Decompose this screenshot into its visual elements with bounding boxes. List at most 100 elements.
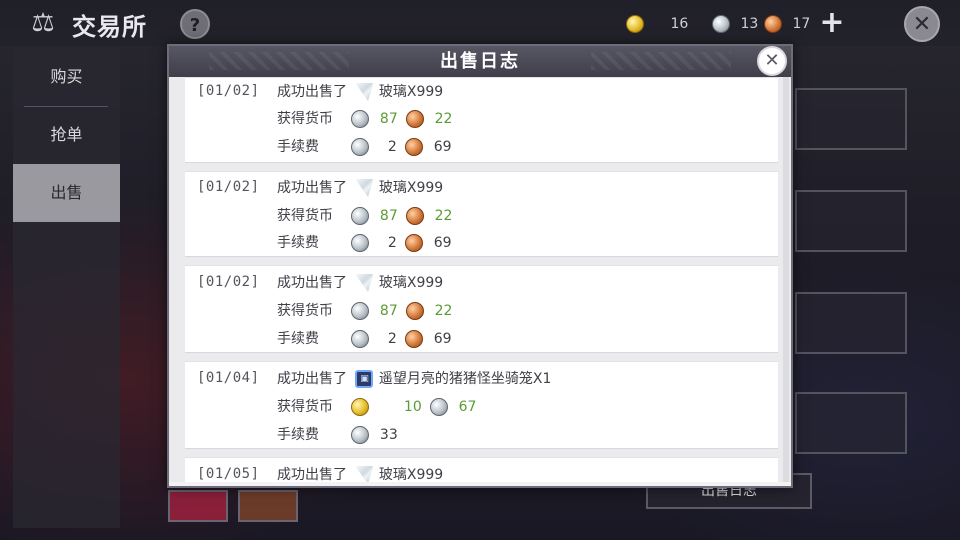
fee-copper: 69: [433, 331, 452, 347]
entry-earned-line: 获得货币 87 22: [277, 205, 456, 227]
fee-label: 手续费: [277, 235, 319, 251]
silver-coin-icon: [351, 234, 370, 252]
copper-coin-icon: [405, 138, 424, 156]
fee-silver: 33: [379, 427, 398, 443]
help-button[interactable]: ?: [180, 9, 210, 39]
silver-coin-icon: [430, 398, 449, 416]
entry-fee-line: 手续费 2 69: [277, 232, 456, 254]
gold-currency: 16: [626, 14, 688, 34]
entry-item: 玻璃X999: [378, 180, 444, 196]
fee-label: 手续费: [277, 427, 319, 443]
log-entry: [01/02] 成功出售了 玻璃X999 获得货币 87 22 手续费 2 69: [185, 171, 778, 257]
copper-coin-icon: [764, 15, 782, 33]
log-entry: [01/02] 成功出售了 玻璃X999 获得货币 87 22 手续费 2 69: [185, 265, 778, 353]
log-entry: [01/05] 成功出售了 玻璃X999: [185, 457, 778, 482]
silver-coin-icon: [351, 138, 370, 156]
earned-copper: 22: [434, 111, 453, 127]
entry-fee-line: 手续费 2 69: [277, 136, 456, 158]
earned-gold: 10: [403, 399, 422, 415]
entry-earned-line: 获得货币 87 22: [277, 300, 456, 322]
add-currency-button[interactable]: +: [818, 8, 846, 38]
earned-silver: 67: [458, 399, 477, 415]
scales-icon: ⚖: [31, 8, 55, 38]
entry-action: 成功出售了: [277, 180, 347, 196]
log-entry: [01/02] 成功出售了 玻璃X999 获得货币 87 22 手续费 2 69: [185, 77, 778, 163]
copper-coin-icon: [406, 110, 425, 128]
sell-slot[interactable]: [795, 190, 907, 252]
entry-action: 成功出售了: [277, 275, 347, 291]
earned-silver: 87: [379, 208, 398, 224]
glass-icon: [355, 466, 374, 482]
silver-coin-icon: [712, 15, 730, 33]
gold-coin-icon: [626, 15, 644, 33]
entry-sold-line: 成功出售了 玻璃X999: [277, 81, 443, 103]
copper-coin-icon: [405, 234, 424, 252]
page-title: 交易所: [72, 13, 147, 41]
entry-date: [01/02]: [197, 274, 260, 290]
earned-copper: 22: [434, 208, 453, 224]
entry-item: 遥望月亮的猪猪怪坐骑笼X1: [378, 371, 552, 387]
entry-sold-line: 成功出售了 玻璃X999: [277, 177, 443, 199]
entry-item: 玻璃X999: [378, 84, 444, 100]
silver-coin-icon: [351, 110, 370, 128]
entry-item: 玻璃X999: [378, 467, 444, 482]
entry-date: [01/02]: [197, 179, 260, 195]
entry-action: 成功出售了: [277, 371, 347, 387]
gold-amount: 16: [670, 16, 689, 32]
entry-sold-line: 成功出售了 ▣ 遥望月亮的猪猪怪坐骑笼X1: [277, 368, 551, 390]
earned-silver: 87: [379, 111, 398, 127]
glass-icon: [355, 274, 374, 292]
entry-action: 成功出售了: [277, 84, 347, 100]
fee-label: 手续费: [277, 139, 319, 155]
log-entry: [01/04] 成功出售了 ▣ 遥望月亮的猪猪怪坐骑笼X1 获得货币 10 67…: [185, 361, 778, 449]
glass-icon: [355, 83, 374, 101]
copper-currency: 17: [764, 14, 810, 34]
entry-date: [01/05]: [197, 466, 260, 482]
entry-earned-line: 获得货币 87 22: [277, 108, 456, 130]
entry-fee-line: 手续费 33: [277, 424, 402, 446]
entry-earned-line: 获得货币 10 67: [277, 396, 480, 418]
tab-sell[interactable]: 出售: [13, 164, 120, 222]
silver-amount: 13: [740, 16, 759, 32]
close-exchange-button[interactable]: ✕: [904, 6, 940, 42]
log-scrollbar[interactable]: [783, 77, 789, 482]
entry-item: 玻璃X999: [378, 275, 444, 291]
tab-buy[interactable]: 购买: [13, 48, 120, 106]
earned-copper: 22: [434, 303, 453, 319]
silver-currency: 13: [712, 14, 758, 34]
fee-copper: 69: [433, 235, 452, 251]
glass-icon: [355, 179, 374, 197]
fee-silver: 2: [387, 331, 397, 347]
mount-cage-icon: ▣: [355, 370, 374, 388]
fee-silver: 2: [387, 235, 397, 251]
silver-coin-icon: [351, 330, 370, 348]
inventory-item[interactable]: [168, 490, 228, 522]
tab-grab-order[interactable]: 抢单: [13, 106, 120, 164]
entry-action: 成功出售了: [277, 467, 347, 482]
sell-slot[interactable]: [795, 88, 907, 150]
copper-coin-icon: [405, 330, 424, 348]
dialog-title: 出售日志: [169, 46, 791, 77]
entry-sold-line: 成功出售了 玻璃X999: [277, 272, 443, 294]
silver-coin-icon: [351, 207, 370, 225]
earned-label: 获得货币: [277, 208, 333, 224]
earned-label: 获得货币: [277, 399, 333, 415]
copper-coin-icon: [406, 207, 425, 225]
earned-label: 获得货币: [277, 111, 333, 127]
silver-coin-icon: [351, 426, 370, 444]
sell-log-dialog: 出售日志 ✕ [01/02] 成功出售了 玻璃X999 获得货币 87 22 手…: [167, 44, 793, 488]
log-list[interactable]: [01/02] 成功出售了 玻璃X999 获得货币 87 22 手续费 2 69: [169, 77, 791, 482]
sell-slot[interactable]: [795, 392, 907, 454]
copper-coin-icon: [406, 302, 425, 320]
sell-slot[interactable]: [795, 292, 907, 354]
earned-label: 获得货币: [277, 303, 333, 319]
dialog-close-button[interactable]: ✕: [757, 46, 787, 76]
fee-copper: 69: [433, 139, 452, 155]
silver-coin-icon: [351, 302, 370, 320]
gold-coin-icon: [351, 398, 370, 416]
entry-date: [01/04]: [197, 370, 260, 386]
entry-sold-line: 成功出售了 玻璃X999: [277, 464, 443, 482]
entry-date: [01/02]: [197, 83, 260, 99]
inventory-item[interactable]: [238, 490, 298, 522]
fee-silver: 2: [387, 139, 397, 155]
